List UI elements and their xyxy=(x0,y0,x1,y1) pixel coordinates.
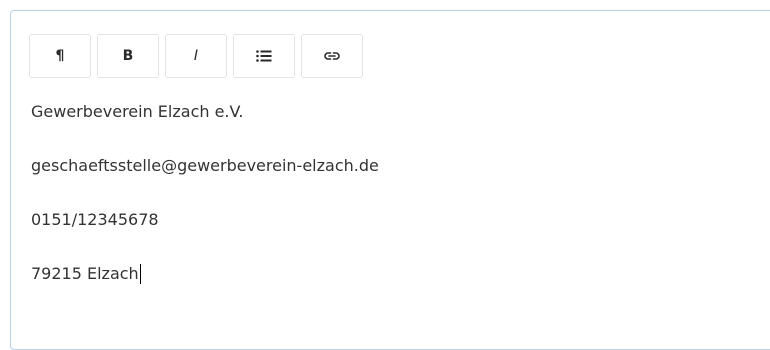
bold-button[interactable]: B xyxy=(97,34,159,78)
content-line-email: geschaeftsstelle@gewerbeverein-elzach.de xyxy=(31,156,379,175)
editor-content[interactable]: Gewerbeverein Elzach e.V. geschaeftsstel… xyxy=(31,102,751,318)
link-icon xyxy=(324,51,340,61)
italic-button[interactable]: I xyxy=(165,34,227,78)
content-line-city-text: 79215 Elzach xyxy=(31,264,139,283)
bullet-list-button[interactable] xyxy=(233,34,295,78)
list-icon xyxy=(256,50,272,62)
editor-toolbar: ¶ B I xyxy=(29,34,363,78)
bold-icon: B xyxy=(122,48,134,64)
content-line-phone: 0151/12345678 xyxy=(31,210,159,229)
content-line-name: Gewerbeverein Elzach e.V. xyxy=(31,102,244,121)
italic-icon: I xyxy=(193,48,199,64)
content-line-city: 79215 Elzach xyxy=(31,264,751,284)
paragraph-icon: ¶ xyxy=(55,48,65,64)
text-caret xyxy=(139,264,141,284)
rich-text-editor[interactable]: ¶ B I Gewerbeverein Elzach e.V. geschaef… xyxy=(10,10,770,350)
link-button[interactable] xyxy=(301,34,363,78)
paragraph-button[interactable]: ¶ xyxy=(29,34,91,78)
